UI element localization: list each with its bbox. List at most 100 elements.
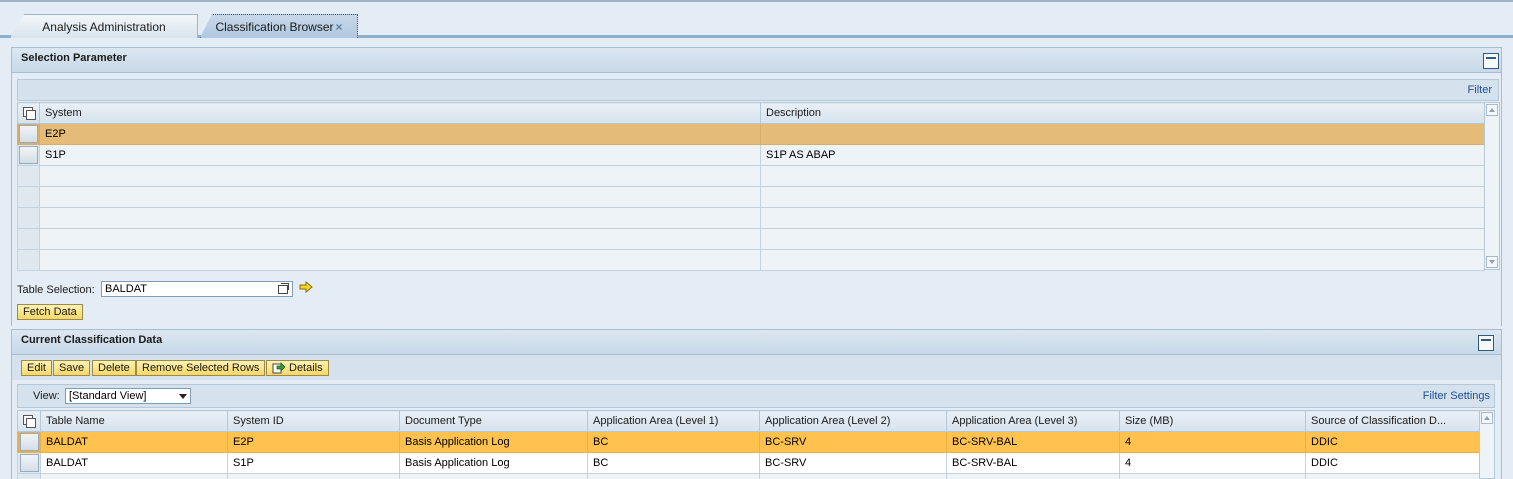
table-row[interactable]: BALDAT E2P Basis Application Log BC BC-S… bbox=[17, 431, 1480, 453]
table-row bbox=[17, 249, 1485, 271]
row-selector[interactable] bbox=[17, 431, 41, 453]
column-header-table-name[interactable]: Table Name bbox=[40, 410, 228, 432]
cell[interactable]: 4 bbox=[1119, 452, 1306, 474]
cell[interactable]: DDIC bbox=[1305, 431, 1480, 453]
table-row bbox=[17, 186, 1485, 208]
save-button[interactable]: Save bbox=[53, 360, 91, 376]
cell-system bbox=[39, 165, 761, 187]
execute-arrow-icon[interactable] bbox=[299, 281, 313, 293]
cell-system bbox=[39, 207, 761, 229]
cell-system[interactable]: E2P bbox=[39, 123, 761, 145]
cell[interactable]: 4 bbox=[1119, 431, 1306, 453]
row-select-box[interactable] bbox=[19, 146, 38, 164]
fetch-data-button[interactable]: Fetch Data bbox=[17, 304, 83, 320]
cell[interactable]: BALDAT bbox=[40, 452, 228, 474]
cell[interactable]: BC-SRV bbox=[759, 452, 947, 474]
select-all-icon[interactable] bbox=[23, 415, 36, 428]
tab-classification-browser[interactable]: Classification Browser × bbox=[200, 14, 358, 38]
row-select-box[interactable] bbox=[19, 125, 38, 143]
collapse-icon[interactable] bbox=[1483, 53, 1499, 69]
classification-table: Table Name System ID Document Type Appli… bbox=[17, 410, 1480, 479]
cell[interactable]: Basis Application Log bbox=[399, 452, 588, 474]
column-header-document-type[interactable]: Document Type bbox=[399, 410, 588, 432]
delete-button[interactable]: Delete bbox=[92, 360, 136, 376]
select-all-cell[interactable] bbox=[17, 102, 40, 124]
row-selector[interactable] bbox=[17, 144, 40, 166]
column-header-app-area-2[interactable]: Application Area (Level 2) bbox=[759, 410, 947, 432]
row-select-box[interactable] bbox=[19, 433, 39, 451]
tab-label: Analysis Administration bbox=[42, 20, 166, 34]
table-header-row: Table Name System ID Document Type Appli… bbox=[17, 410, 1480, 432]
selection-parameter-header: Selection Parameter bbox=[11, 47, 1502, 73]
table-selection-input[interactable]: BALDAT bbox=[101, 281, 293, 297]
cell-system[interactable]: S1P bbox=[39, 144, 761, 166]
cell[interactable]: BC-SRV bbox=[759, 431, 947, 453]
table-row bbox=[17, 207, 1485, 229]
table-row bbox=[17, 228, 1485, 250]
cell-system bbox=[39, 249, 761, 271]
table-row[interactable]: BALDAT S1P Basis Application Log BC BC-S… bbox=[17, 452, 1480, 474]
cell[interactable]: BALDAT bbox=[40, 431, 228, 453]
scroll-up-icon[interactable] bbox=[1481, 412, 1493, 424]
view-select[interactable]: [Standard View] bbox=[65, 388, 191, 404]
close-icon[interactable]: × bbox=[336, 20, 343, 34]
cell-description[interactable] bbox=[760, 123, 1485, 145]
row-selector[interactable] bbox=[17, 452, 41, 474]
scroll-down-icon[interactable] bbox=[1486, 256, 1498, 268]
select-all-cell[interactable] bbox=[17, 410, 41, 432]
chevron-down-icon[interactable] bbox=[179, 394, 187, 399]
cell[interactable]: BC bbox=[587, 452, 760, 474]
cell[interactable]: DDIC bbox=[1305, 452, 1480, 474]
table-row bbox=[17, 165, 1485, 187]
cell-description bbox=[760, 165, 1485, 187]
column-header-size[interactable]: Size (MB) bbox=[1119, 410, 1306, 432]
column-header-app-area-3[interactable]: Application Area (Level 3) bbox=[946, 410, 1120, 432]
column-header-app-area-1[interactable]: Application Area (Level 1) bbox=[587, 410, 760, 432]
selection-toolbar: Filter bbox=[17, 79, 1499, 101]
cell[interactable]: BC-SRV-BAL bbox=[946, 452, 1120, 474]
cell bbox=[587, 473, 760, 479]
details-label: Details bbox=[289, 362, 323, 374]
column-header-description[interactable]: Description bbox=[760, 102, 1485, 124]
select-all-icon[interactable] bbox=[22, 107, 36, 120]
table-row bbox=[17, 473, 1480, 479]
collapse-icon[interactable] bbox=[1478, 335, 1494, 351]
system-table: System Description E2P S1P S1P AS ABAP bbox=[17, 102, 1485, 271]
column-header-source[interactable]: Source of Classification D... bbox=[1305, 410, 1480, 432]
cell[interactable]: BC bbox=[587, 431, 760, 453]
row-select-box[interactable] bbox=[19, 454, 39, 472]
column-header-system-id[interactable]: System ID bbox=[227, 410, 400, 432]
cell[interactable]: BC-SRV-BAL bbox=[946, 431, 1120, 453]
row-selector bbox=[17, 186, 40, 208]
classification-table-scrollbar[interactable] bbox=[1479, 410, 1495, 479]
classification-header: Current Classification Data bbox=[11, 329, 1502, 355]
view-toolbar: View: [Standard View] Filter Settings bbox=[17, 384, 1495, 408]
cell[interactable]: E2P bbox=[227, 431, 400, 453]
details-button[interactable]: Details bbox=[266, 360, 329, 376]
cell[interactable]: Basis Application Log bbox=[399, 431, 588, 453]
cell bbox=[759, 473, 947, 479]
table-selection-label: Table Selection: bbox=[17, 284, 95, 296]
column-header-system[interactable]: System bbox=[39, 102, 761, 124]
row-selector bbox=[17, 473, 41, 479]
tab-analysis-administration[interactable]: Analysis Administration bbox=[10, 14, 198, 38]
cell bbox=[946, 473, 1120, 479]
filter-settings-link[interactable]: Filter Settings bbox=[1423, 390, 1490, 402]
cell-description[interactable]: S1P AS ABAP bbox=[760, 144, 1485, 166]
system-table-scrollbar[interactable] bbox=[1484, 102, 1500, 270]
value-help-icon[interactable] bbox=[278, 283, 289, 294]
scroll-up-icon[interactable] bbox=[1486, 104, 1498, 116]
row-selector[interactable] bbox=[17, 123, 40, 145]
table-selection-value: BALDAT bbox=[105, 283, 147, 295]
cell bbox=[399, 473, 588, 479]
filter-link[interactable]: Filter bbox=[1468, 84, 1492, 96]
tab-label: Classification Browser bbox=[215, 20, 334, 34]
edit-button[interactable]: Edit bbox=[21, 360, 52, 376]
row-selector bbox=[17, 228, 40, 250]
table-row[interactable]: S1P S1P AS ABAP bbox=[17, 144, 1485, 166]
cell[interactable]: S1P bbox=[227, 452, 400, 474]
cell-description bbox=[760, 186, 1485, 208]
panel-title: Current Classification Data bbox=[21, 334, 163, 346]
table-row[interactable]: E2P bbox=[17, 123, 1485, 145]
remove-selected-rows-button[interactable]: Remove Selected Rows bbox=[136, 360, 266, 376]
